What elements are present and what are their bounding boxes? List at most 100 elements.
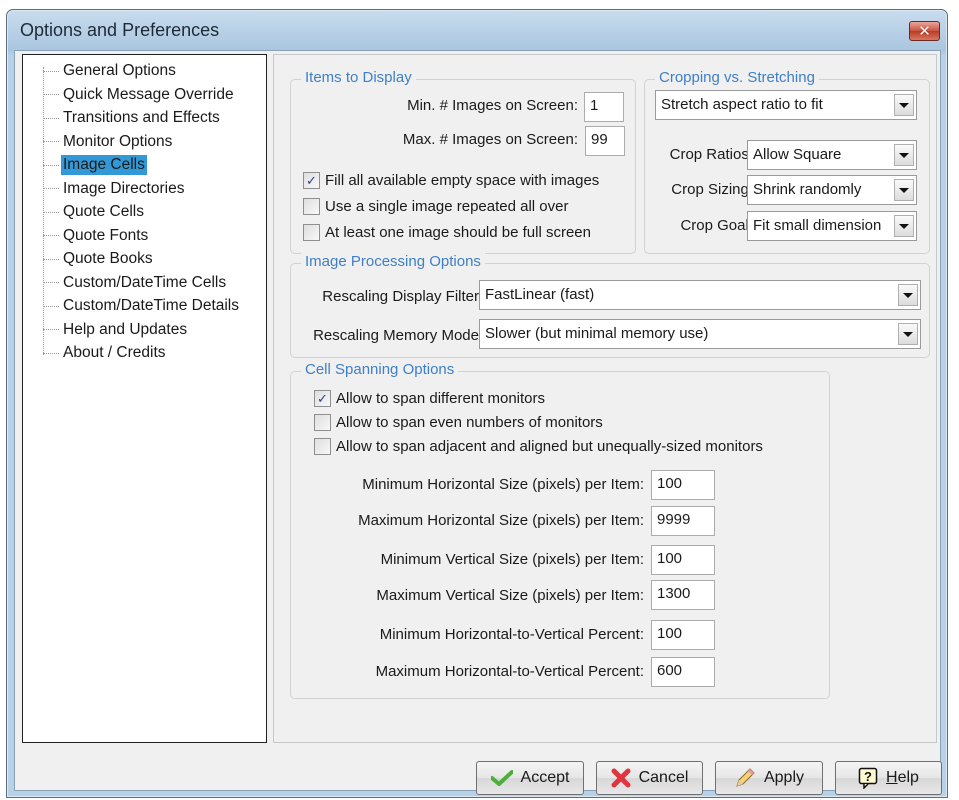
checkbox-label: Allow to span even numbers of monitors — [336, 414, 603, 431]
rescaling-filter-label: Rescaling Display Filter — [322, 288, 479, 305]
rescaling-filter-select[interactable]: FastLinear (fast) — [479, 280, 921, 310]
tree-connector — [43, 164, 59, 166]
tree-connector — [43, 305, 59, 307]
chevron-down-icon[interactable] — [894, 94, 914, 116]
accept-button[interactable]: Accept — [476, 761, 584, 795]
sidebar-item-monitor-options[interactable]: Monitor Options — [43, 131, 174, 153]
one-image-full-screen-checkbox[interactable]: At least one image should be full screen — [303, 224, 591, 241]
checkbox-box[interactable]: ✓ — [303, 172, 320, 189]
crop-ratios-select[interactable]: Allow Square — [747, 140, 917, 170]
help-icon: ? — [858, 767, 878, 789]
sidebar-item-quote-cells[interactable]: Quote Cells — [43, 201, 146, 223]
single-image-repeated-checkbox[interactable]: Use a single image repeated all over — [303, 198, 568, 215]
checkmark-icon — [490, 770, 513, 786]
max-images-input[interactable]: 99 — [585, 126, 625, 156]
items-to-display-title: Items to Display — [301, 69, 416, 86]
dialog-client-area: General Options Quick Message Override Tra… — [14, 50, 942, 795]
tree-connector — [43, 211, 59, 213]
checkmark-icon: ✓ — [306, 172, 317, 188]
sidebar-item-label: Quote Fonts — [63, 226, 149, 244]
tree-connector — [43, 188, 59, 189]
rescaling-filter-value: FastLinear (fast) — [485, 286, 595, 303]
min-horizontal-size-label: Minimum Horizontal Size (pixels) per Ite… — [362, 476, 644, 493]
crop-goal-select[interactable]: Fit small dimension — [747, 211, 917, 241]
checkbox-box[interactable] — [303, 198, 320, 215]
checkbox-box[interactable] — [303, 224, 320, 241]
chevron-down-icon[interactable] — [894, 215, 914, 237]
checkbox-box[interactable]: ✓ — [314, 390, 331, 407]
memory-mode-value: Slower (but minimal memory use) — [485, 325, 709, 342]
min-hv-percent-input[interactable]: 100 — [651, 620, 715, 650]
apply-button[interactable]: Apply — [715, 761, 823, 795]
crop-sizing-value: Shrink randomly — [753, 181, 862, 198]
sidebar-item-image-cells[interactable]: Image Cells — [43, 154, 147, 176]
checkbox-label: At least one image should be full screen — [325, 224, 591, 241]
crop-mode-select[interactable]: Stretch aspect ratio to fit — [655, 90, 917, 120]
checkbox-box[interactable] — [314, 438, 331, 455]
memory-mode-select[interactable]: Slower (but minimal memory use) — [479, 319, 921, 349]
cancel-button[interactable]: Cancel — [596, 761, 703, 795]
sidebar-item-label: Transitions and Effects — [63, 109, 220, 126]
svg-text:?: ? — [864, 769, 872, 784]
max-images-label: Max. # Images on Screen: — [402, 131, 578, 148]
memory-mode-label: Rescaling Memory Mode — [313, 327, 479, 344]
max-hv-percent-input[interactable]: 600 — [651, 657, 715, 687]
sidebar-item-transitions-and-effects[interactable]: Transitions and Effects — [43, 107, 222, 129]
sidebar-item-help-and-updates[interactable]: Help and Updates — [43, 319, 189, 341]
tree-connector — [43, 352, 59, 354]
sidebar-item-about-credits[interactable]: About / Credits — [43, 342, 168, 364]
chevron-down-icon[interactable] — [894, 179, 914, 201]
sidebar-item-custom-datetime-details[interactable]: Custom/DateTime Details — [43, 295, 241, 317]
checkbox-label: Allow to span adjacent and aligned but u… — [336, 438, 763, 455]
checkbox-label: Allow to span different monitors — [336, 390, 545, 407]
sidebar-item-label: Help and Updates — [63, 320, 188, 338]
close-icon: ✕ — [918, 22, 931, 40]
min-images-label: Min. # Images on Screen: — [407, 97, 578, 114]
sidebar-item-label: Image Cells — [61, 155, 147, 175]
max-vertical-size-input[interactable]: 1300 — [651, 580, 715, 610]
help-label: Help — [886, 769, 919, 786]
min-hv-percent-label: Minimum Horizontal-to-Vertical Percent: — [379, 626, 644, 643]
tree-connector — [43, 329, 59, 330]
min-vertical-size-input[interactable]: 100 — [651, 545, 715, 575]
image-processing-group: Image Processing Options Rescaling Displ… — [290, 253, 930, 358]
checkbox-box[interactable] — [314, 414, 331, 431]
span-unequal-monitors-checkbox[interactable]: Allow to span adjacent and aligned but u… — [314, 438, 763, 455]
cancel-label: Cancel — [638, 769, 689, 786]
title-bar[interactable]: Options and Preferences ✕ — [7, 10, 947, 50]
chevron-down-icon[interactable] — [898, 323, 918, 345]
chevron-down-icon[interactable] — [894, 144, 914, 166]
max-horizontal-size-input[interactable]: 9999 — [651, 506, 715, 536]
sidebar-item-general-options[interactable]: General Options — [43, 60, 178, 82]
sidebar-item-label: Quick Message Override — [63, 85, 234, 103]
min-images-input[interactable]: 1 — [584, 92, 624, 122]
min-horizontal-size-input[interactable]: 100 — [651, 470, 715, 500]
checkbox-label: Fill all available empty space with imag… — [325, 172, 600, 189]
accept-label: Accept — [520, 769, 570, 786]
options-window: Options and Preferences ✕ General Option… — [6, 9, 948, 798]
options-tree: General Options Quick Message Override Tra… — [22, 54, 267, 743]
crop-ratios-label: Crop Ratios: — [669, 146, 753, 163]
checkmark-icon: ✓ — [317, 390, 328, 406]
sidebar-item-quote-books[interactable]: Quote Books — [43, 248, 155, 270]
close-button[interactable]: ✕ — [909, 21, 940, 41]
chevron-down-icon[interactable] — [898, 284, 918, 306]
crop-sizing-select[interactable]: Shrink randomly — [747, 175, 917, 205]
checkbox-label: Use a single image repeated all over — [325, 198, 569, 215]
sidebar-item-custom-datetime-cells[interactable]: Custom/DateTime Cells — [43, 272, 228, 294]
help-button[interactable]: ? Help — [835, 761, 942, 795]
min-vertical-size-label: Minimum Vertical Size (pixels) per Item: — [380, 551, 644, 568]
sidebar-item-label: Quote Cells — [63, 203, 144, 220]
crop-ratios-value: Allow Square — [753, 146, 842, 163]
sidebar-item-quick-message-override[interactable]: Quick Message Override — [43, 84, 236, 106]
sidebar-item-quote-fonts[interactable]: Quote Fonts — [43, 225, 150, 247]
span-even-monitors-checkbox[interactable]: Allow to span even numbers of monitors — [314, 414, 603, 431]
span-different-monitors-checkbox[interactable]: ✓ Allow to span different monitors — [314, 390, 545, 407]
tree-connector — [43, 117, 59, 119]
sidebar-item-image-directories[interactable]: Image Directories — [43, 178, 186, 200]
crop-goal-value: Fit small dimension — [753, 217, 882, 234]
crop-goal-label: Crop Goal: — [680, 217, 753, 234]
image-cells-panel: Items to Display Min. # Images on Screen… — [273, 54, 937, 743]
tree-connector — [43, 94, 59, 95]
fill-empty-space-checkbox[interactable]: ✓ Fill all available empty space with im… — [303, 172, 599, 189]
